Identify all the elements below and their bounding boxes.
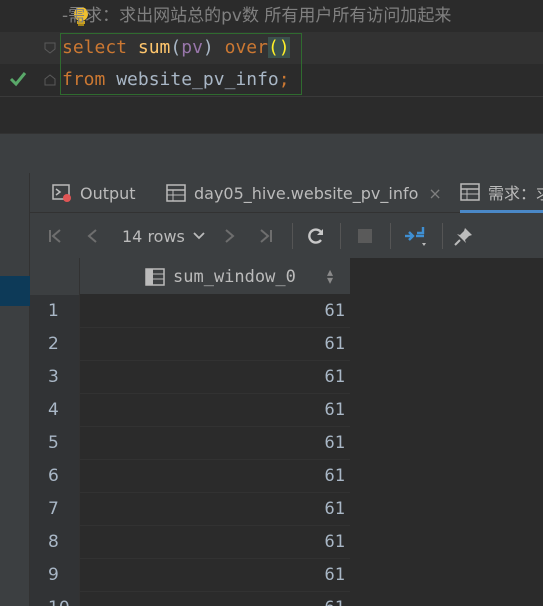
last-page-button[interactable] (255, 225, 277, 247)
table-row[interactable]: 1 61 (30, 295, 350, 328)
first-page-button[interactable] (44, 225, 66, 247)
table-row[interactable]: 5 61 (30, 427, 350, 460)
chevron-down-icon (193, 232, 205, 240)
tab-query-result[interactable]: 需求：求 (460, 173, 543, 213)
cell-value[interactable]: 61 (80, 361, 350, 394)
services-tree-strip[interactable] (0, 173, 30, 606)
editor-line-comment: -需求：求出网站总的pv数 所有用户所有访问加起来 (0, 0, 543, 32)
row-number: 10 (30, 592, 80, 606)
table-row[interactable]: 3 61 (30, 361, 350, 394)
row-number-header[interactable] (30, 258, 80, 295)
row-number: 9 (30, 559, 80, 592)
row-number: 6 (30, 460, 80, 493)
toolbar-separator (292, 223, 293, 249)
statement-highlight-box (60, 33, 302, 95)
fold-marker-icon[interactable] (44, 74, 56, 86)
cell-value[interactable]: 61 (80, 427, 350, 460)
table-row[interactable]: 7 61 (30, 493, 350, 526)
column-header-sum-window-0[interactable]: sum_window_0 (145, 258, 296, 295)
table-row[interactable]: 10 61 (30, 592, 350, 606)
previous-page-button[interactable] (82, 225, 104, 247)
first-page-icon (49, 229, 61, 243)
close-icon[interactable]: × (428, 184, 441, 203)
pin-button[interactable] (452, 225, 476, 247)
next-page-button[interactable] (218, 225, 240, 247)
result-tabs: Output day05_hive.website_pv_info × 需求：求 (30, 173, 543, 213)
toolbar-separator (390, 223, 391, 249)
services-panel-header (0, 133, 543, 173)
cell-value[interactable]: 61 (80, 592, 350, 606)
last-page-icon (260, 229, 272, 243)
fold-marker-icon[interactable] (44, 42, 56, 54)
toolbar-separator (340, 223, 341, 249)
cell-value[interactable]: 61 (80, 328, 350, 361)
column-header-label: sum_window_0 (173, 266, 296, 287)
row-number: 5 (30, 427, 80, 460)
chevron-left-icon (87, 229, 97, 243)
table-icon (166, 184, 186, 202)
tab-output[interactable]: Output (52, 173, 136, 213)
sql-comment: -需求：求出网站总的pv数 所有用户所有访问加起来 (62, 6, 452, 26)
refresh-button[interactable] (304, 225, 328, 247)
table-row[interactable]: 6 61 (30, 460, 350, 493)
table-row[interactable]: 8 61 (30, 526, 350, 559)
chevron-right-icon (225, 229, 235, 243)
column-icon (145, 267, 165, 286)
refresh-icon (308, 228, 324, 244)
tab-query-result-label: 需求：求 (488, 183, 543, 203)
tab-output-label: Output (80, 183, 136, 203)
console-output-icon (52, 184, 72, 202)
table-icon (460, 182, 480, 201)
sql-editor[interactable]: -需求：求出网站总的pv数 所有用户所有访问加起来 select sum(pv)… (0, 0, 543, 96)
grid-empty-area (350, 258, 543, 606)
cell-value[interactable]: 61 (80, 460, 350, 493)
pin-icon (454, 228, 472, 246)
cell-value[interactable]: 61 (80, 394, 350, 427)
row-number: 8 (30, 526, 80, 559)
stop-button[interactable] (354, 225, 376, 247)
result-toolbar: 14 rows (30, 213, 543, 258)
row-number: 4 (30, 394, 80, 427)
cell-value[interactable]: 61 (80, 559, 350, 592)
table-row[interactable]: 4 61 (30, 394, 350, 427)
row-count-dropdown[interactable]: 14 rows (122, 225, 205, 247)
cell-value[interactable]: 61 (80, 526, 350, 559)
row-number: 7 (30, 493, 80, 526)
result-grid[interactable]: sum_window_0 ▴ ▾ 1 61 2 61 3 61 4 61 5 61… (30, 258, 350, 606)
selected-tree-node[interactable] (0, 276, 30, 306)
toolbar-separator (442, 223, 443, 249)
sort-arrows-icon[interactable]: ▴ ▾ (327, 266, 333, 286)
grid-header: sum_window_0 ▴ ▾ (30, 258, 350, 295)
row-number: 1 (30, 295, 80, 328)
compare-button[interactable] (402, 225, 430, 247)
row-count-label: 14 rows (122, 226, 185, 246)
table-row[interactable]: 9 61 (30, 559, 350, 592)
cell-value[interactable]: 61 (80, 493, 350, 526)
compare-arrows-icon (405, 227, 426, 246)
row-number: 3 (30, 361, 80, 394)
tab-website-pv-info-label: day05_hive.website_pv_info (194, 183, 419, 203)
editor-empty-area[interactable] (0, 97, 543, 133)
stop-icon (358, 229, 372, 243)
cell-value[interactable]: 61 (80, 295, 350, 328)
row-number: 2 (30, 328, 80, 361)
tab-website-pv-info[interactable]: day05_hive.website_pv_info × (166, 173, 442, 213)
table-row[interactable]: 2 61 (30, 328, 350, 361)
